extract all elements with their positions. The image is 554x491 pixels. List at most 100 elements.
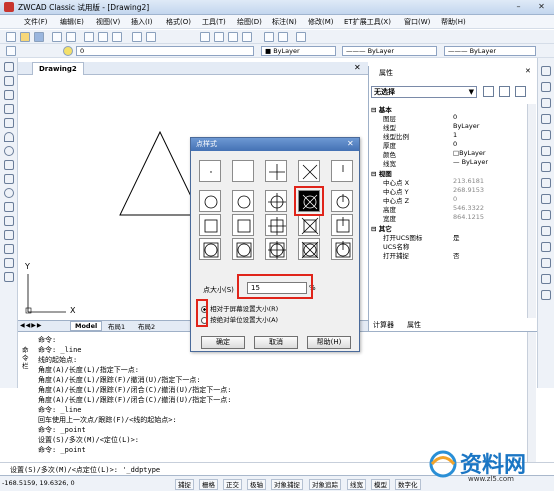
design-center-icon[interactable] — [278, 32, 288, 42]
arc-icon[interactable] — [4, 132, 14, 142]
break-icon[interactable] — [541, 242, 551, 252]
dialog-close-icon[interactable]: ✕ — [347, 139, 354, 148]
menu-dimension[interactable]: 标注(N) — [272, 17, 297, 27]
ok-button[interactable]: 确定 — [201, 336, 245, 349]
zoom-previous-icon[interactable] — [242, 32, 252, 42]
properties-close-icon[interactable]: ✕ — [525, 67, 531, 75]
polyline-icon[interactable] — [4, 90, 14, 100]
polygon-icon[interactable] — [4, 104, 14, 114]
mirror-icon[interactable] — [541, 98, 551, 108]
redo-icon[interactable] — [146, 32, 156, 42]
command-scrollbar[interactable] — [527, 332, 536, 462]
mtext-icon[interactable] — [4, 272, 14, 282]
point-style-plus[interactable] — [265, 160, 287, 182]
save-icon[interactable] — [34, 32, 44, 42]
point-style-square-cross[interactable] — [298, 214, 320, 236]
grid-toggle[interactable]: 栅格 — [199, 479, 218, 490]
properties-icon[interactable] — [264, 32, 274, 42]
tab-drawing2[interactable]: Drawing2 — [32, 62, 84, 75]
copy-object-icon[interactable] — [541, 82, 551, 92]
prop-value[interactable]: — ByLayer — [453, 158, 488, 166]
zoom-window-icon[interactable] — [228, 32, 238, 42]
model-toggle[interactable]: 模型 — [371, 479, 390, 490]
lineweight-toggle[interactable]: 线宽 — [347, 479, 366, 490]
prop-value[interactable]: ByLayer — [453, 122, 479, 130]
layer-manager-icon[interactable] — [6, 46, 16, 56]
menu-edit[interactable]: 编辑(E) — [60, 17, 84, 27]
prop-value[interactable]: 1 — [453, 131, 457, 139]
menu-view[interactable]: 视图(V) — [96, 17, 120, 27]
point-style-circle-square-dot[interactable] — [199, 238, 221, 260]
region-icon[interactable] — [4, 244, 14, 254]
point-style-cross[interactable] — [298, 160, 320, 182]
layer-dropdown[interactable]: 0 — [76, 46, 254, 56]
point-style-tick[interactable] — [331, 160, 353, 182]
prop-value[interactable]: 是 — [453, 232, 460, 242]
ellipse-icon[interactable] — [4, 188, 14, 198]
tab-calculator[interactable]: 计算器 — [373, 320, 394, 330]
copy-icon[interactable] — [98, 32, 108, 42]
point-style-none[interactable] — [232, 160, 254, 182]
otrack-toggle[interactable]: 对象追踪 — [309, 479, 341, 490]
menu-et-tools[interactable]: ET扩展工具(X) — [344, 17, 391, 27]
hatch-icon[interactable] — [4, 230, 14, 240]
preview-icon[interactable] — [66, 32, 76, 42]
close-icon[interactable]: ✕ — [536, 1, 547, 12]
digitizer-toggle[interactable]: 数字化 — [395, 479, 421, 490]
quick-select-icon[interactable] — [515, 86, 526, 97]
point-style-square[interactable] — [232, 214, 254, 236]
menu-tools[interactable]: 工具(T) — [202, 17, 226, 27]
radio-relative[interactable]: 相对于屏幕设置大小(R) — [201, 303, 278, 313]
zoom-realtime-icon[interactable] — [214, 32, 224, 42]
tab-layout2[interactable]: 布局2 — [134, 321, 159, 331]
table-icon[interactable] — [4, 258, 14, 268]
point-style-square-plus[interactable] — [265, 214, 287, 236]
line-icon[interactable] — [4, 62, 14, 72]
minimize-icon[interactable]: – — [513, 1, 524, 12]
offset-icon[interactable] — [541, 114, 551, 124]
prop-value[interactable]: 0 — [453, 140, 457, 148]
menu-draw[interactable]: 绘图(D) — [237, 17, 262, 27]
rectangle-icon[interactable] — [4, 118, 14, 128]
ortho-toggle[interactable]: 正交 — [223, 479, 242, 490]
point-style-square-dot[interactable] — [199, 214, 221, 236]
erase-icon[interactable] — [541, 66, 551, 76]
stretch-icon[interactable] — [541, 194, 551, 204]
radio-absolute[interactable]: 按绝对单位设置大小(A) — [201, 314, 278, 324]
new-icon[interactable] — [6, 32, 16, 42]
array-icon[interactable] — [541, 130, 551, 140]
properties-scrollbar[interactable] — [527, 104, 536, 318]
point-style-circle-square-plus[interactable] — [265, 238, 287, 260]
cut-icon[interactable] — [84, 32, 94, 42]
tab-properties[interactable]: 属性 — [407, 320, 421, 330]
osnap-toggle[interactable]: 对象捕捉 — [271, 479, 303, 490]
help-button[interactable]: 帮助(H) — [307, 336, 351, 349]
selection-dropdown[interactable]: 无选择 ▼ — [371, 86, 477, 98]
menu-help[interactable]: 帮助(H) — [441, 17, 466, 27]
menu-window[interactable]: 窗口(W) — [404, 17, 430, 27]
move-icon[interactable] — [541, 146, 551, 156]
polar-toggle[interactable]: 极轴 — [247, 479, 266, 490]
point-style-circle[interactable] — [232, 190, 254, 212]
insert-block-icon[interactable] — [4, 202, 14, 212]
toggle-pickadd-icon[interactable] — [483, 86, 494, 97]
undo-icon[interactable] — [132, 32, 142, 42]
layout-nav-icons[interactable]: ◀◀▶▶ — [20, 322, 42, 329]
cancel-button[interactable]: 取消 — [254, 336, 298, 349]
explode-icon[interactable] — [541, 290, 551, 300]
lineweight-dropdown[interactable]: ——— ByLayer — [444, 46, 536, 56]
cloud-icon[interactable] — [4, 160, 14, 170]
help-icon[interactable] — [296, 32, 306, 42]
ray-icon[interactable] — [4, 76, 14, 86]
menu-format[interactable]: 格式(O) — [166, 17, 191, 27]
print-icon[interactable] — [52, 32, 62, 42]
menu-insert[interactable]: 插入(I) — [131, 17, 153, 27]
point-style-circle-plus[interactable] — [265, 190, 287, 212]
scale-icon[interactable] — [541, 178, 551, 188]
tab-model[interactable]: Model — [70, 321, 103, 331]
point-style-circle-square[interactable] — [232, 238, 254, 260]
prop-value[interactable]: 否 — [453, 250, 460, 260]
point-style-dot[interactable] — [199, 160, 221, 182]
pan-icon[interactable] — [200, 32, 210, 42]
circle-icon[interactable] — [4, 146, 14, 156]
